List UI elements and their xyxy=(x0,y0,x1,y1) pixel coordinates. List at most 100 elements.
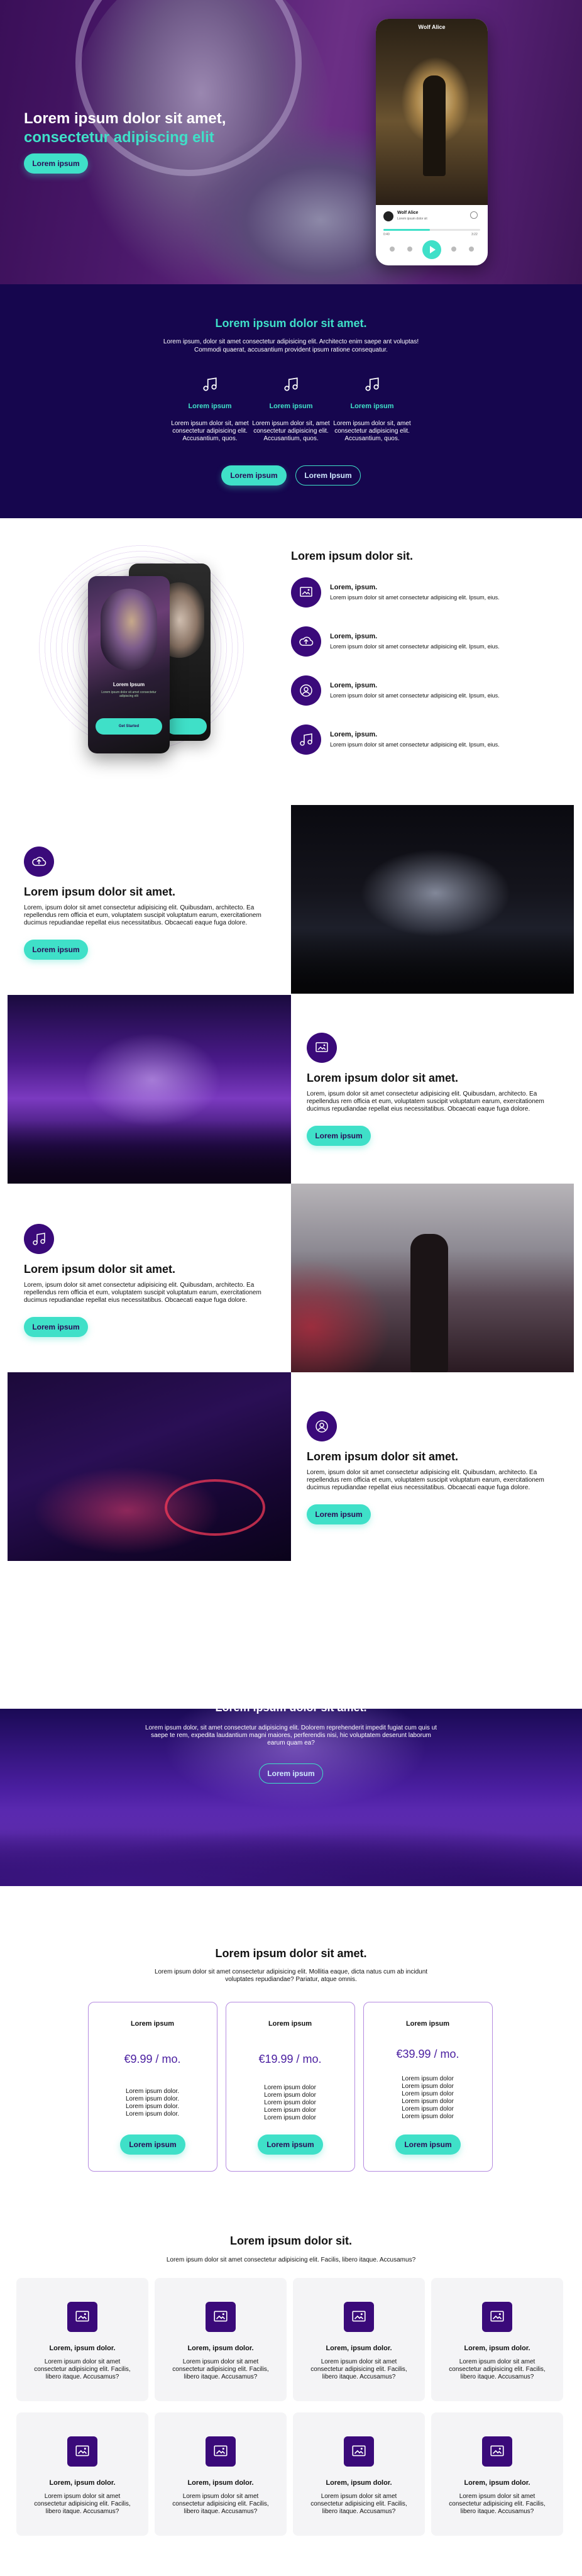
app-title: Lorem ipsum dolor sit. xyxy=(291,550,414,562)
plan-feature: Lorem ipsum dolor xyxy=(402,2098,454,2105)
feature-item: Lorem, ipsum. Lorem ipsum dolor sit amet… xyxy=(291,724,555,757)
next-icon[interactable] xyxy=(451,247,456,252)
pricing-card: Lorem ipsum €9.99 / mo. Lorem ipsum dolo… xyxy=(88,2002,217,2172)
get-started-button: Get Started xyxy=(96,718,162,735)
feature-card-text: Lorem ipsum dolor sit amet consectetur a… xyxy=(449,2493,546,2515)
plan-button[interactable]: Lorem ipsum xyxy=(120,2135,185,2155)
image-frame-icon xyxy=(206,2302,236,2332)
cta-description: Lorem ipsum dolor, sit amet consectetur … xyxy=(145,1724,437,1746)
image-frame-icon xyxy=(206,2436,236,2467)
feature-row-button[interactable]: Lorem ipsum xyxy=(307,1126,371,1146)
feature-row-text: Lorem, ipsum dolor sit amet consectetur … xyxy=(307,1469,544,1491)
feature-card-text: Lorem ipsum dolor sit amet consectetur a… xyxy=(310,2358,407,2380)
feature-card: Lorem, ipsum dolor. Lorem ipsum dolor si… xyxy=(155,2412,287,2536)
heart-icon[interactable] xyxy=(470,211,478,219)
feature-row-text: Lorem, ipsum dolor sit amet consectetur … xyxy=(24,904,261,926)
play-button[interactable] xyxy=(422,240,441,259)
service-title: Lorem ipsum xyxy=(350,402,394,410)
services-primary-button[interactable]: Lorem ipsum xyxy=(221,465,287,486)
plan-title: Lorem ipsum xyxy=(405,2020,450,2028)
feature-row-button[interactable]: Lorem ipsum xyxy=(24,1317,88,1337)
music-note-icon xyxy=(284,377,298,391)
cta-button[interactable]: Lorem ipsum xyxy=(259,1763,323,1784)
feature-card: Lorem, ipsum dolor. Lorem ipsum dolor si… xyxy=(16,2412,148,2536)
feature-row-title: Lorem ipsum dolor sit amet. xyxy=(307,1450,459,1463)
feature-title: Lorem, ipsum. xyxy=(330,731,378,738)
repeat-icon[interactable] xyxy=(469,247,474,252)
service-text: Lorem ipsum dolor sit, amet consectetur … xyxy=(333,420,411,442)
hero-cta-button[interactable]: Lorem ipsum xyxy=(24,153,88,174)
plan-feature: Lorem ipsum dolor xyxy=(402,2090,454,2097)
cta-crowd-image xyxy=(0,1809,582,1886)
feature-row-title: Lorem ipsum dolor sit amet. xyxy=(24,1263,176,1275)
track-subtitle: Lorem ipsum dolor sit xyxy=(397,217,427,221)
music-note-icon xyxy=(291,724,321,755)
feature-text: Lorem ipsum dolor sit amet consectetur a… xyxy=(330,741,500,748)
feature-row-text: Lorem, ipsum dolor sit amet consectetur … xyxy=(24,1282,261,1304)
plan-price: €19.99 / mo. xyxy=(258,2053,322,2065)
feature-card-text: Lorem ipsum dolor sit amet consectetur a… xyxy=(172,2358,269,2380)
image-frame-icon xyxy=(67,2302,97,2332)
feature-text: Lorem ipsum dolor sit amet consectetur a… xyxy=(330,692,500,699)
feature-item: Lorem, ipsum. Lorem ipsum dolor sit amet… xyxy=(291,577,555,610)
feature-card-title: Lorem, ipsum dolor. xyxy=(49,2479,116,2487)
music-note-icon xyxy=(24,1224,54,1254)
phone-subtitle: Lorem ipsum dolor sit amet consectetur a… xyxy=(101,691,156,698)
page: { "colors": {"accent": "#3fe0c8", "deep_… xyxy=(0,0,582,2576)
hero-title-line1: Lorem ipsum dolor sit amet, xyxy=(24,110,226,127)
user-icon xyxy=(291,675,321,706)
shuffle-icon[interactable] xyxy=(390,247,395,252)
plan-feature: Lorem ipsum dolor. xyxy=(125,2111,180,2118)
image-frame-icon xyxy=(67,2436,97,2467)
image-frame-icon xyxy=(344,2436,374,2467)
cloud-upload-icon xyxy=(24,847,54,877)
cta-stage-glow xyxy=(163,1709,427,1809)
phone-title: Lorem Ipsum xyxy=(113,682,145,687)
services-secondary-button[interactable]: Lorem Ipsum xyxy=(295,465,361,486)
feature-card: Lorem, ipsum dolor. Lorem ipsum dolor si… xyxy=(16,2278,148,2401)
feature-card-title: Lorem, ipsum dolor. xyxy=(187,2479,254,2487)
plan-feature: Lorem ipsum dolor xyxy=(402,2106,454,2112)
album-art xyxy=(376,19,488,205)
feature-row-button[interactable]: Lorem ipsum xyxy=(24,940,88,960)
feature-card: Lorem, ipsum dolor. Lorem ipsum dolor si… xyxy=(431,2278,563,2401)
pricing-card: Lorem ipsum €19.99 / mo. Lorem ipsum dol… xyxy=(226,2002,355,2172)
concert-photo-smoke xyxy=(291,1184,574,1372)
feature-card-title: Lorem, ipsum dolor. xyxy=(326,2345,392,2352)
feature-card: Lorem, ipsum dolor. Lorem ipsum dolor si… xyxy=(293,2278,425,2401)
pricing-description: Lorem ipsum dolor sit amet consectetur a… xyxy=(154,1968,428,1983)
feature-card-text: Lorem ipsum dolor sit amet consectetur a… xyxy=(310,2493,407,2515)
plan-button[interactable]: Lorem ipsum xyxy=(395,2135,461,2155)
grid-title: Lorem ipsum dolor sit. xyxy=(229,2235,353,2247)
feature-card-title: Lorem, ipsum dolor. xyxy=(464,2479,530,2487)
feature-title: Lorem, ipsum. xyxy=(330,633,378,640)
music-note-icon xyxy=(365,377,379,391)
hero-title-line2: consectetur adipiscing elit xyxy=(24,129,214,146)
image-frame-icon xyxy=(344,2302,374,2332)
concert-photo-confetti xyxy=(291,805,574,994)
artist-avatar xyxy=(383,211,393,221)
feature-card-title: Lorem, ipsum dolor. xyxy=(187,2345,254,2352)
feature-row-button[interactable]: Lorem ipsum xyxy=(307,1504,371,1524)
plan-button[interactable]: Lorem ipsum xyxy=(258,2135,323,2155)
pricing-card: Lorem ipsum €39.99 / mo. Lorem ipsum dol… xyxy=(363,2002,493,2172)
singer-silhouette xyxy=(423,75,446,176)
plan-feature: Lorem ipsum dolor xyxy=(264,2107,316,2114)
plan-feature: Lorem ipsum dolor xyxy=(402,2075,454,2082)
image-frame-icon xyxy=(482,2302,512,2332)
pricing-title: Lorem ipsum dolor sit amet. xyxy=(215,1947,367,1960)
user-icon xyxy=(307,1411,337,1441)
feature-text: Lorem ipsum dolor sit amet consectetur a… xyxy=(330,594,500,601)
music-note-icon xyxy=(203,377,217,391)
plan-feature: Lorem ipsum dolor xyxy=(264,2084,316,2091)
plan-feature: Lorem ipsum dolor. xyxy=(125,2103,180,2110)
feature-card: Lorem, ipsum dolor. Lorem ipsum dolor si… xyxy=(155,2278,287,2401)
feature-card: Lorem, ipsum dolor. Lorem ipsum dolor si… xyxy=(293,2412,425,2536)
previous-icon[interactable] xyxy=(407,247,412,252)
services-description: Lorem ipsum, dolor sit amet consectetur … xyxy=(163,338,419,353)
hero-section: Lorem ipsum dolor sit amet, consectetur … xyxy=(0,0,582,284)
player-header: Wolf Alice xyxy=(418,24,446,30)
time-elapsed: 0:40 xyxy=(383,233,390,236)
feature-title: Lorem, ipsum. xyxy=(330,682,378,689)
cloud-upload-icon xyxy=(291,626,321,657)
